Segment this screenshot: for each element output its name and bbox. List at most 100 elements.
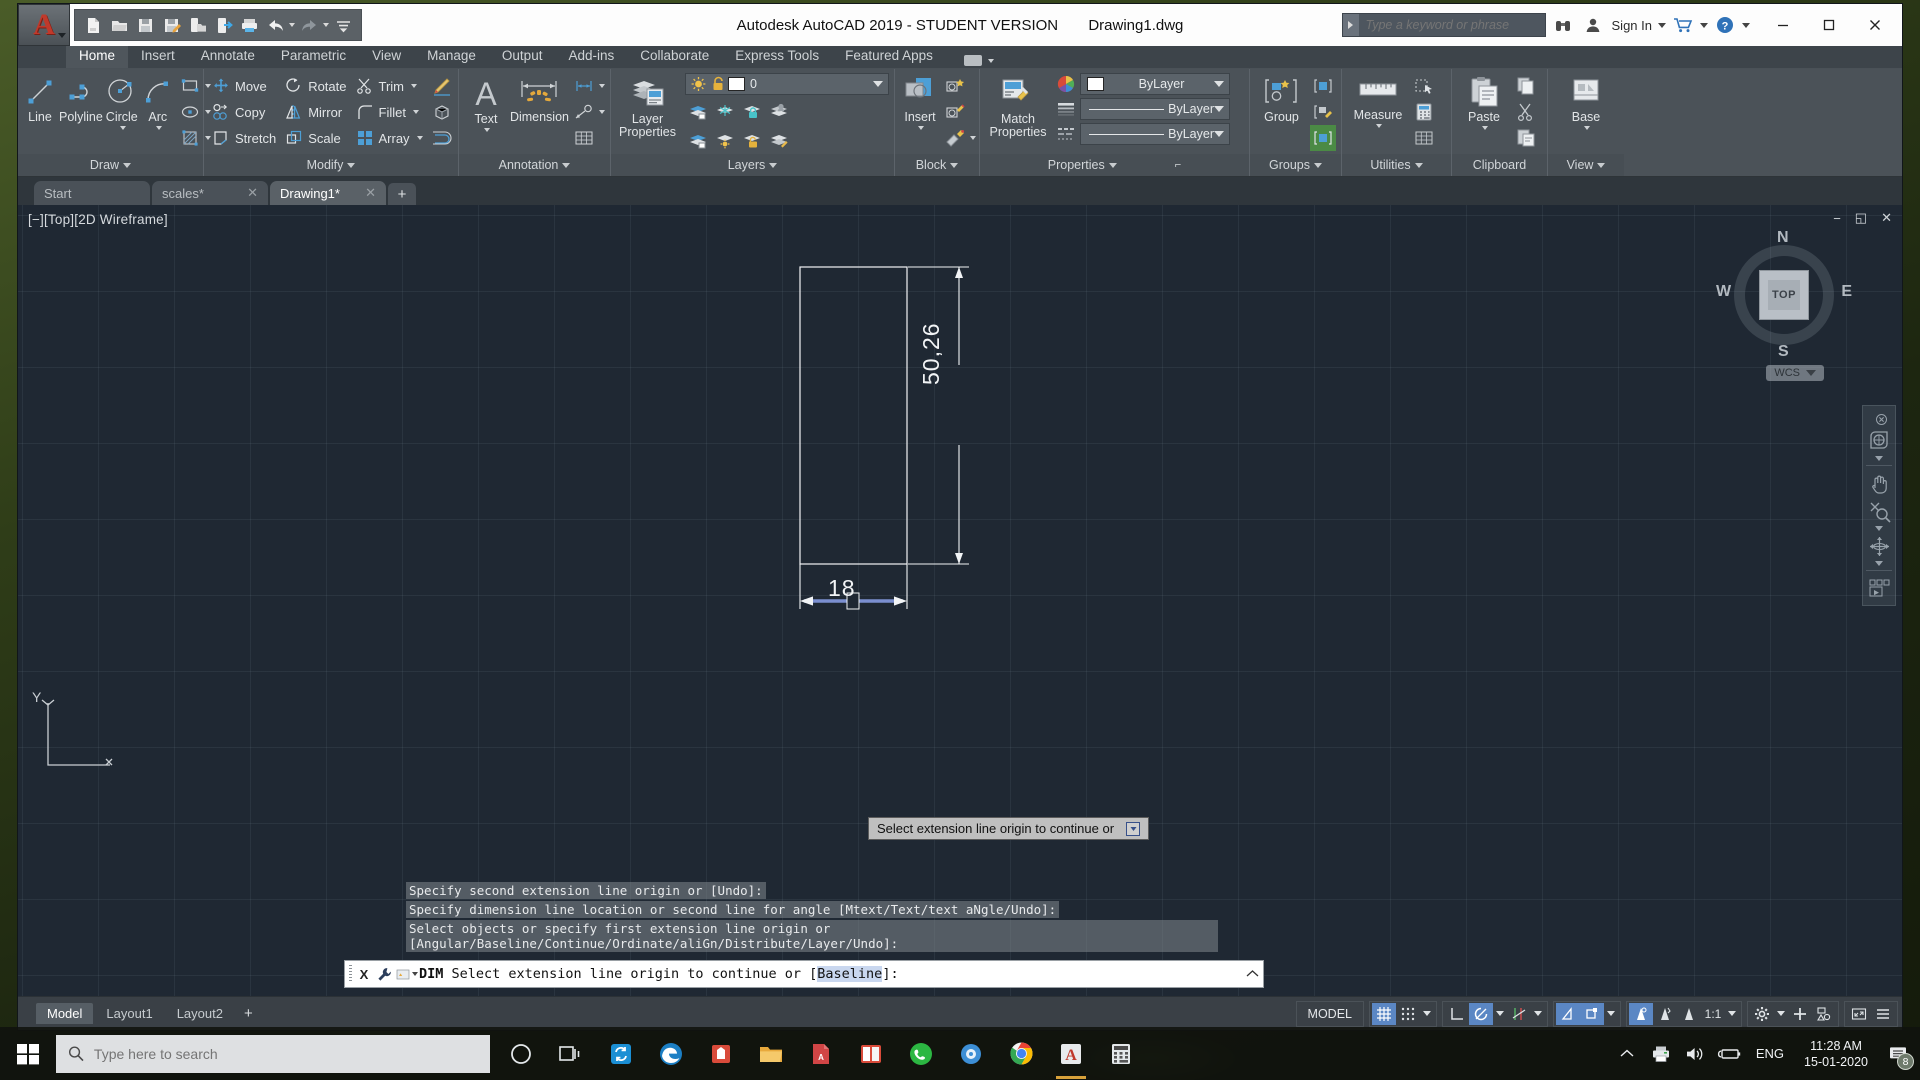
tool-arc[interactable]: Arc — [141, 73, 175, 130]
fillet-dropdown-icon[interactable] — [412, 110, 419, 114]
color-selector[interactable]: ByLayer — [1080, 73, 1230, 95]
layer-isolate-icon[interactable] — [685, 98, 711, 124]
isometric-drafting-toggle[interactable] — [1507, 1003, 1531, 1025]
file-tab-scales[interactable]: scales* ✕ — [152, 181, 268, 205]
tab-view[interactable]: View — [359, 45, 414, 68]
speaker-icon[interactable] — [1678, 1027, 1712, 1080]
panel-view-title[interactable]: View — [1548, 154, 1624, 176]
tool-match-properties[interactable]: Match Properties — [985, 73, 1051, 139]
layer-lock-icon[interactable] — [739, 98, 765, 124]
panel-block-title[interactable]: Block — [895, 154, 979, 176]
sign-in-button[interactable]: Sign In — [1610, 18, 1654, 33]
zoom-dropdown-icon[interactable] — [1875, 526, 1883, 531]
view-cube-north[interactable]: N — [1777, 229, 1789, 247]
help-icon[interactable]: ? — [1712, 12, 1738, 38]
paste-dropdown-icon[interactable] — [1482, 126, 1488, 130]
annotation-scale-selector[interactable]: 1:1 — [1701, 1003, 1725, 1025]
layout-tab-model[interactable]: Model — [36, 1003, 94, 1024]
close-icon[interactable]: ✕ — [365, 185, 376, 201]
polar-tracking-toggle[interactable] — [1469, 1002, 1493, 1025]
layer-selector[interactable]: 0 — [685, 73, 889, 95]
calculator-icon[interactable] — [1096, 1027, 1146, 1080]
view-cube[interactable]: TOP N S W E — [1716, 229, 1852, 360]
customize-icon[interactable] — [373, 967, 395, 982]
edit-block-icon[interactable] — [942, 99, 968, 125]
quick-select-icon[interactable] — [1411, 73, 1437, 99]
help-dropdown-icon[interactable] — [1742, 22, 1750, 28]
ellipse-icon[interactable] — [177, 99, 203, 125]
object-snap-tracking-toggle[interactable] — [1556, 1002, 1580, 1025]
view-cube-face[interactable]: TOP — [1759, 270, 1809, 320]
orbit-dropdown-icon[interactable] — [1875, 561, 1883, 566]
polar-dropdown-icon[interactable] — [1496, 1011, 1504, 1016]
showmotion-icon[interactable] — [1865, 575, 1893, 601]
restore-button[interactable] — [1806, 4, 1852, 46]
gear-icon[interactable] — [1750, 1003, 1774, 1025]
panel-draw-title[interactable]: Draw — [18, 154, 203, 176]
dim-dropdown-icon[interactable] — [599, 84, 605, 88]
lineweight-toggle[interactable] — [1629, 1002, 1653, 1025]
tool-fillet[interactable]: Fillet — [353, 99, 429, 125]
tab-manage[interactable]: Manage — [414, 45, 489, 68]
clock[interactable]: 11:28 AM 15-01-2020 — [1794, 1038, 1878, 1070]
command-line[interactable]: X DIM Select extension line origin to co… — [344, 960, 1264, 988]
offset-icon[interactable] — [429, 125, 455, 151]
hatch-icon[interactable] — [177, 125, 203, 151]
binoculars-icon[interactable] — [1550, 12, 1576, 38]
tool-trim[interactable]: Trim — [353, 73, 429, 99]
panel-annotation-title[interactable]: Annotation — [459, 154, 610, 176]
text-dropdown-icon[interactable] — [483, 128, 490, 132]
create-block-icon[interactable] — [942, 73, 968, 99]
tool-array[interactable]: Array — [353, 125, 429, 151]
cart-icon[interactable] — [1670, 12, 1696, 38]
open-from-web-mobile-icon[interactable] — [185, 13, 209, 37]
tool-scale[interactable]: Scale — [282, 125, 352, 151]
tool-measure[interactable]: Measure — [1347, 73, 1409, 128]
save-as-icon[interactable] — [159, 13, 183, 37]
chrome-icon[interactable] — [996, 1027, 1046, 1080]
chevron-down-icon[interactable] — [1214, 106, 1224, 112]
sign-in-dropdown-icon[interactable] — [1658, 22, 1666, 28]
add-layout-button[interactable]: + — [236, 1005, 261, 1022]
panel-properties-title[interactable]: Properties ⌐ — [980, 154, 1249, 176]
arc-dropdown-icon[interactable] — [155, 126, 162, 130]
view-cube-west[interactable]: W — [1716, 283, 1731, 301]
tool-text[interactable]: A Text — [464, 73, 508, 132]
close-button[interactable] — [1852, 4, 1898, 46]
steering-wheel-dropdown-icon[interactable] — [1875, 456, 1883, 461]
view-cube-south[interactable]: S — [1778, 343, 1789, 361]
navbar-close-icon[interactable] — [1867, 412, 1895, 426]
osnap-dropdown-icon[interactable] — [1607, 1011, 1615, 1016]
plot-icon[interactable] — [237, 13, 261, 37]
tool-move[interactable]: Move — [209, 73, 282, 99]
minimize-button[interactable] — [1760, 4, 1806, 46]
ucs-selector[interactable]: WCS — [1766, 365, 1824, 381]
isolate-objects-icon[interactable] — [1812, 1003, 1836, 1025]
start-button[interactable] — [0, 1027, 56, 1080]
tool-paste[interactable]: Paste — [1457, 73, 1511, 130]
autocad-icon[interactable]: A — [1046, 1027, 1096, 1080]
search-input[interactable] — [1358, 14, 1545, 36]
tool-group[interactable]: Group — [1255, 73, 1308, 124]
ortho-mode-toggle[interactable] — [1445, 1003, 1469, 1025]
customize-qat-icon[interactable] — [331, 13, 355, 37]
file-tab-drawing1[interactable]: Drawing1* ✕ — [270, 181, 386, 205]
command-line-grip[interactable] — [345, 961, 355, 987]
new-drawing-icon[interactable] — [81, 13, 105, 37]
close-icon[interactable]: ✕ — [247, 185, 258, 201]
undo-dropdown-icon[interactable] — [289, 23, 295, 27]
cut-clip-icon[interactable] — [1513, 99, 1539, 125]
drawing-canvas[interactable]: [−][Top][2D Wireframe] − ◱ ✕ 50,26 18 Y … — [18, 205, 1902, 996]
circle-dropdown-icon[interactable] — [119, 126, 126, 130]
expand-history-icon[interactable] — [1241, 969, 1263, 979]
chevron-down-icon[interactable] — [1214, 81, 1224, 87]
plus-icon[interactable] — [1788, 1003, 1812, 1025]
chevron-up-icon[interactable] — [1610, 1027, 1644, 1080]
battery-charging-icon[interactable] — [1712, 1027, 1746, 1080]
layer-freeze-icon[interactable] — [712, 98, 738, 124]
panel-dialog-launcher[interactable]: ⌐ — [1175, 159, 1181, 171]
annotation-scale-dropdown-icon[interactable] — [1728, 1011, 1736, 1016]
layer-match-icon[interactable] — [766, 127, 792, 153]
customization-menu-icon[interactable] — [1871, 1003, 1895, 1025]
tool-insert-block[interactable]: Insert — [900, 73, 940, 130]
